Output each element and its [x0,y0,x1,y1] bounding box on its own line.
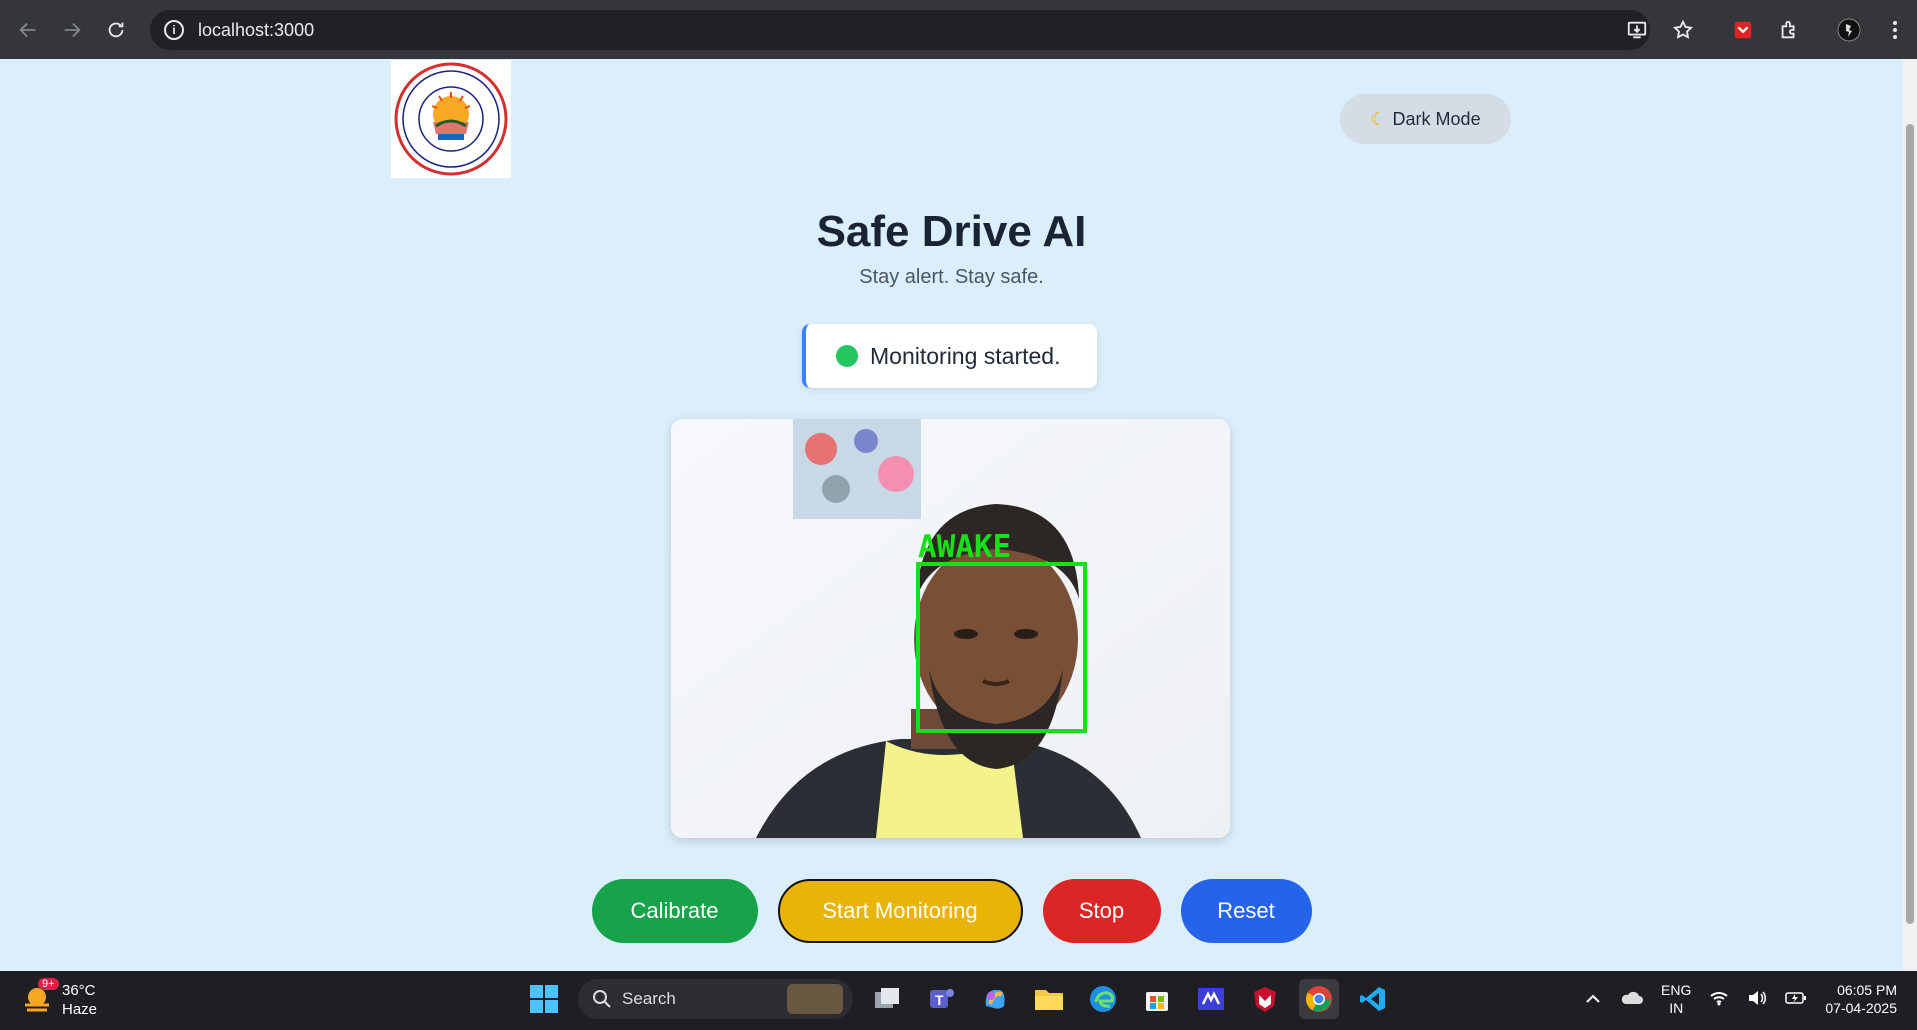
start-monitoring-button[interactable]: Start Monitoring [777,879,1023,943]
weather-widget[interactable]: 9+ 36°C Haze [20,978,98,1019]
status-dot [836,345,858,367]
webcam-feed: AWAKE [671,419,1230,838]
url-text: localhost:3000 [198,19,315,40]
reset-button[interactable]: Reset [1180,879,1312,943]
install-app-icon[interactable] [1625,18,1649,42]
extension-red-icon[interactable] [1731,18,1755,42]
university-logo [391,60,511,178]
wifi-icon[interactable] [1709,990,1729,1009]
scrollbar-thumb[interactable] [1906,124,1914,924]
file-explorer-icon[interactable] [1029,979,1069,1019]
chevron-up-icon[interactable] [1585,991,1601,1007]
extensions-puzzle-icon[interactable] [1777,18,1801,42]
back-button[interactable] [6,8,50,52]
vscode-icon[interactable] [1353,979,1393,1019]
page-scrollbar[interactable] [1903,59,1917,971]
volume-icon[interactable] [1747,990,1767,1009]
reload-button[interactable] [94,8,138,52]
region-code: IN [1669,1000,1684,1016]
copilot-icon[interactable] [975,979,1015,1019]
windows-logo-icon [530,985,558,1013]
reload-icon [108,22,124,37]
page-viewport: ☾ Dark Mode Safe Drive AI Stay alert. St… [0,59,1903,971]
status-text: Monitoring started. [870,342,1061,369]
dark-mode-label: Dark Mode [1392,108,1481,129]
arrow-right-icon [64,22,81,37]
profile-avatar-icon[interactable] [1837,18,1861,42]
chrome-taskbar-icon[interactable] [1299,979,1339,1019]
wall-poster [793,419,921,519]
search-highlight-icon [787,984,843,1014]
control-buttons: Calibrate Start Monitoring Stop Reset [0,879,1903,943]
taskbar-search[interactable]: Search [578,979,853,1019]
windows-taskbar: 9+ 36°C Haze Search T ENG IN 06:05 PM 07… [0,971,1917,1030]
dark-mode-toggle[interactable]: ☾ Dark Mode [1340,94,1511,144]
clock-time: 06:05 PM [1837,982,1897,998]
weather-badge: 9+ [38,978,59,990]
bookmark-star-icon[interactable] [1671,18,1695,42]
site-info-icon[interactable]: i [164,20,184,40]
page-subtitle: Stay alert. Stay safe. [859,266,1044,288]
system-clock[interactable]: 06:05 PM 07-04-2025 [1825,981,1897,1017]
mcafee-icon[interactable] [1245,979,1285,1019]
webcam-frame: AWAKE [671,419,1230,838]
browser-menu-icon[interactable] [1883,18,1907,42]
stop-button[interactable]: Stop [1042,879,1161,943]
start-button[interactable] [524,979,564,1019]
search-icon [593,990,611,1008]
teams-icon[interactable]: T [921,979,961,1019]
task-view-icon[interactable] [867,979,907,1019]
detection-label: AWAKE [918,529,1011,565]
moon-icon: ☾ [1370,108,1387,129]
forward-button[interactable] [50,8,94,52]
svg-text:T: T [935,992,944,1008]
address-bar[interactable]: i localhost:3000 [150,10,1650,50]
clock-date: 07-04-2025 [1825,1000,1897,1016]
battery-icon[interactable] [1785,991,1807,1008]
temperature: 36°C [62,982,96,999]
page-title: Safe Drive AI [816,207,1087,256]
onedrive-cloud-icon[interactable] [1619,990,1644,1009]
calibrate-button[interactable]: Calibrate [591,879,758,943]
edge-icon[interactable] [1083,979,1123,1019]
arrow-left-icon [19,22,36,37]
microsoft-store-icon[interactable] [1137,979,1177,1019]
search-label: Search [622,989,676,1008]
language-indicator[interactable]: ENG IN [1661,981,1691,1017]
app-m-icon[interactable] [1191,979,1231,1019]
weather-condition: Haze [62,1001,98,1018]
status-banner: Monitoring started. [802,324,1097,388]
language-code: ENG [1661,982,1692,998]
browser-toolbar: i localhost:3000 [0,0,1917,59]
